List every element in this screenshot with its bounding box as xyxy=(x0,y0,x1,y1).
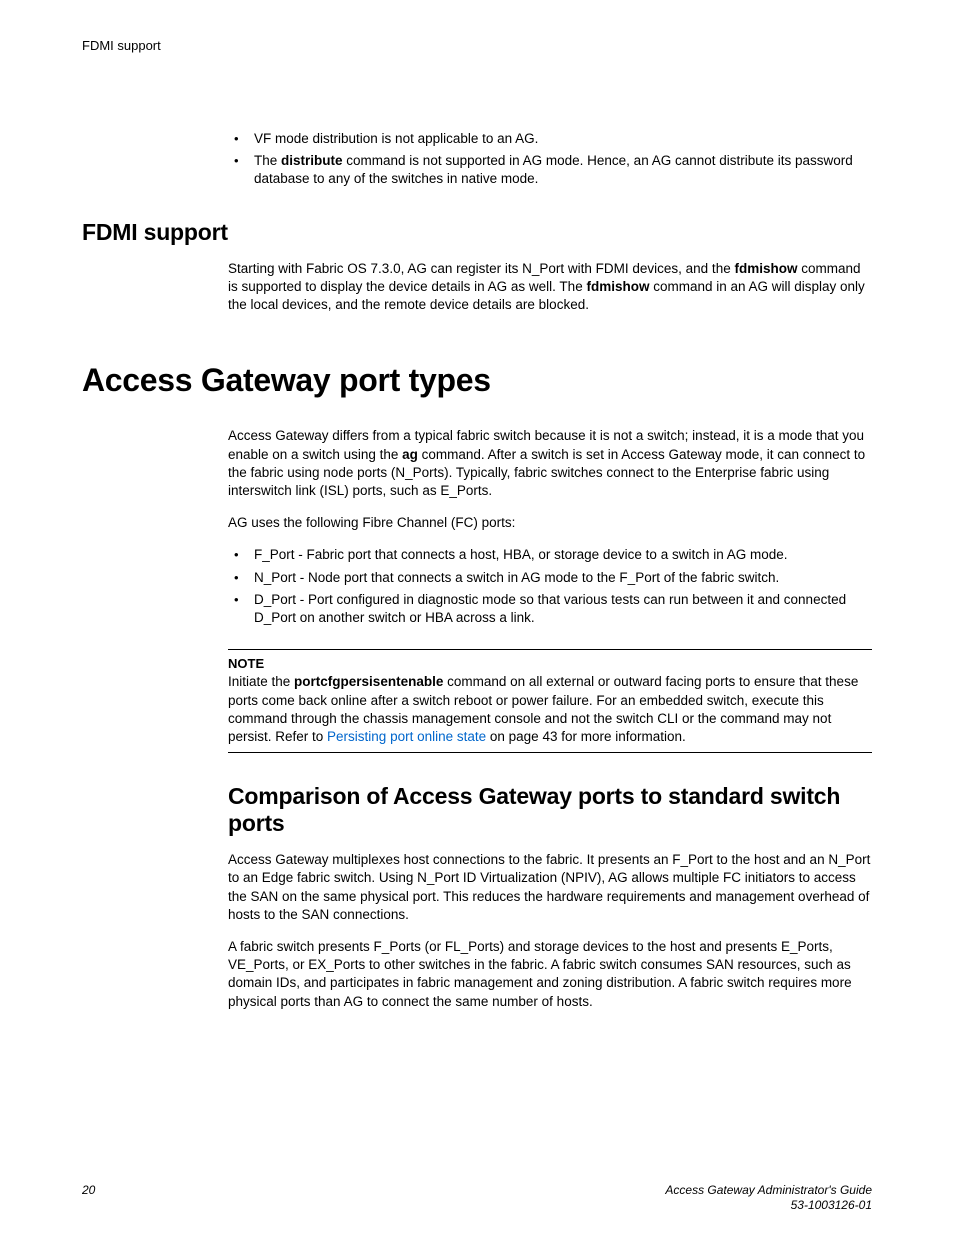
section-heading-comparison: Comparison of Access Gateway ports to st… xyxy=(228,783,872,837)
list-text: VF mode distribution is not applicable t… xyxy=(254,131,538,146)
command-name: ag xyxy=(402,447,418,462)
section-heading-fdmi: FDMI support xyxy=(82,219,872,246)
list-text: F_Port - Fabric port that connects a hos… xyxy=(254,547,788,562)
port-list: F_Port - Fabric port that connects a hos… xyxy=(228,546,872,627)
page: FDMI support VF mode distribution is not… xyxy=(0,0,954,1235)
text: Initiate the xyxy=(228,674,294,689)
list-text: N_Port - Node port that connects a switc… xyxy=(254,570,779,585)
list-item: VF mode distribution is not applicable t… xyxy=(228,130,872,148)
list-item: The distribute command is not supported … xyxy=(228,152,872,188)
page-footer: 20 Access Gateway Administrator's Guide … xyxy=(82,1183,872,1213)
intro-list-block: VF mode distribution is not applicable t… xyxy=(228,130,872,189)
list-item: N_Port - Node port that connects a switc… xyxy=(228,569,872,587)
paragraph: A fabric switch presents F_Ports (or FL_… xyxy=(228,938,872,1011)
paragraph: Access Gateway differs from a typical fa… xyxy=(228,427,872,500)
paragraph: AG uses the following Fibre Channel (FC)… xyxy=(228,514,872,532)
command-name: portcfgpersisentenable xyxy=(294,674,443,689)
cross-reference-link[interactable]: Persisting port online state xyxy=(327,729,486,744)
text: Starting with Fabric OS 7.3.0, AG can re… xyxy=(228,261,734,276)
list-text: D_Port - Port configured in diagnostic m… xyxy=(254,592,846,625)
command-name: distribute xyxy=(281,153,343,168)
running-header: FDMI support xyxy=(82,38,161,53)
list-item: F_Port - Fabric port that connects a hos… xyxy=(228,546,872,564)
note-body: Initiate the portcfgpersisentenable comm… xyxy=(228,673,872,746)
note-box: NOTE Initiate the portcfgpersisentenable… xyxy=(228,649,872,753)
list-item: D_Port - Port configured in diagnostic m… xyxy=(228,591,872,627)
footer-doc-info: Access Gateway Administrator's Guide 53-… xyxy=(665,1183,872,1213)
fdmi-body: Starting with Fabric OS 7.3.0, AG can re… xyxy=(228,260,872,315)
page-number: 20 xyxy=(82,1183,95,1197)
porttypes-body: Access Gateway differs from a typical fa… xyxy=(228,427,872,1011)
paragraph: Access Gateway multiplexes host connecti… xyxy=(228,851,872,924)
note-label: NOTE xyxy=(228,656,872,671)
chapter-heading-port-types: Access Gateway port types xyxy=(82,362,872,399)
doc-number: 53-1003126-01 xyxy=(791,1198,872,1212)
command-name: fdmishow xyxy=(734,261,797,276)
doc-title: Access Gateway Administrator's Guide xyxy=(665,1183,872,1197)
command-name: fdmishow xyxy=(586,279,649,294)
list-text-post: command is not supported in AG mode. Hen… xyxy=(254,153,853,186)
paragraph: Starting with Fabric OS 7.3.0, AG can re… xyxy=(228,260,872,315)
text: on page 43 for more information. xyxy=(486,729,686,744)
intro-list: VF mode distribution is not applicable t… xyxy=(228,130,872,189)
page-content: VF mode distribution is not applicable t… xyxy=(82,130,872,1025)
list-text-pre: The xyxy=(254,153,281,168)
